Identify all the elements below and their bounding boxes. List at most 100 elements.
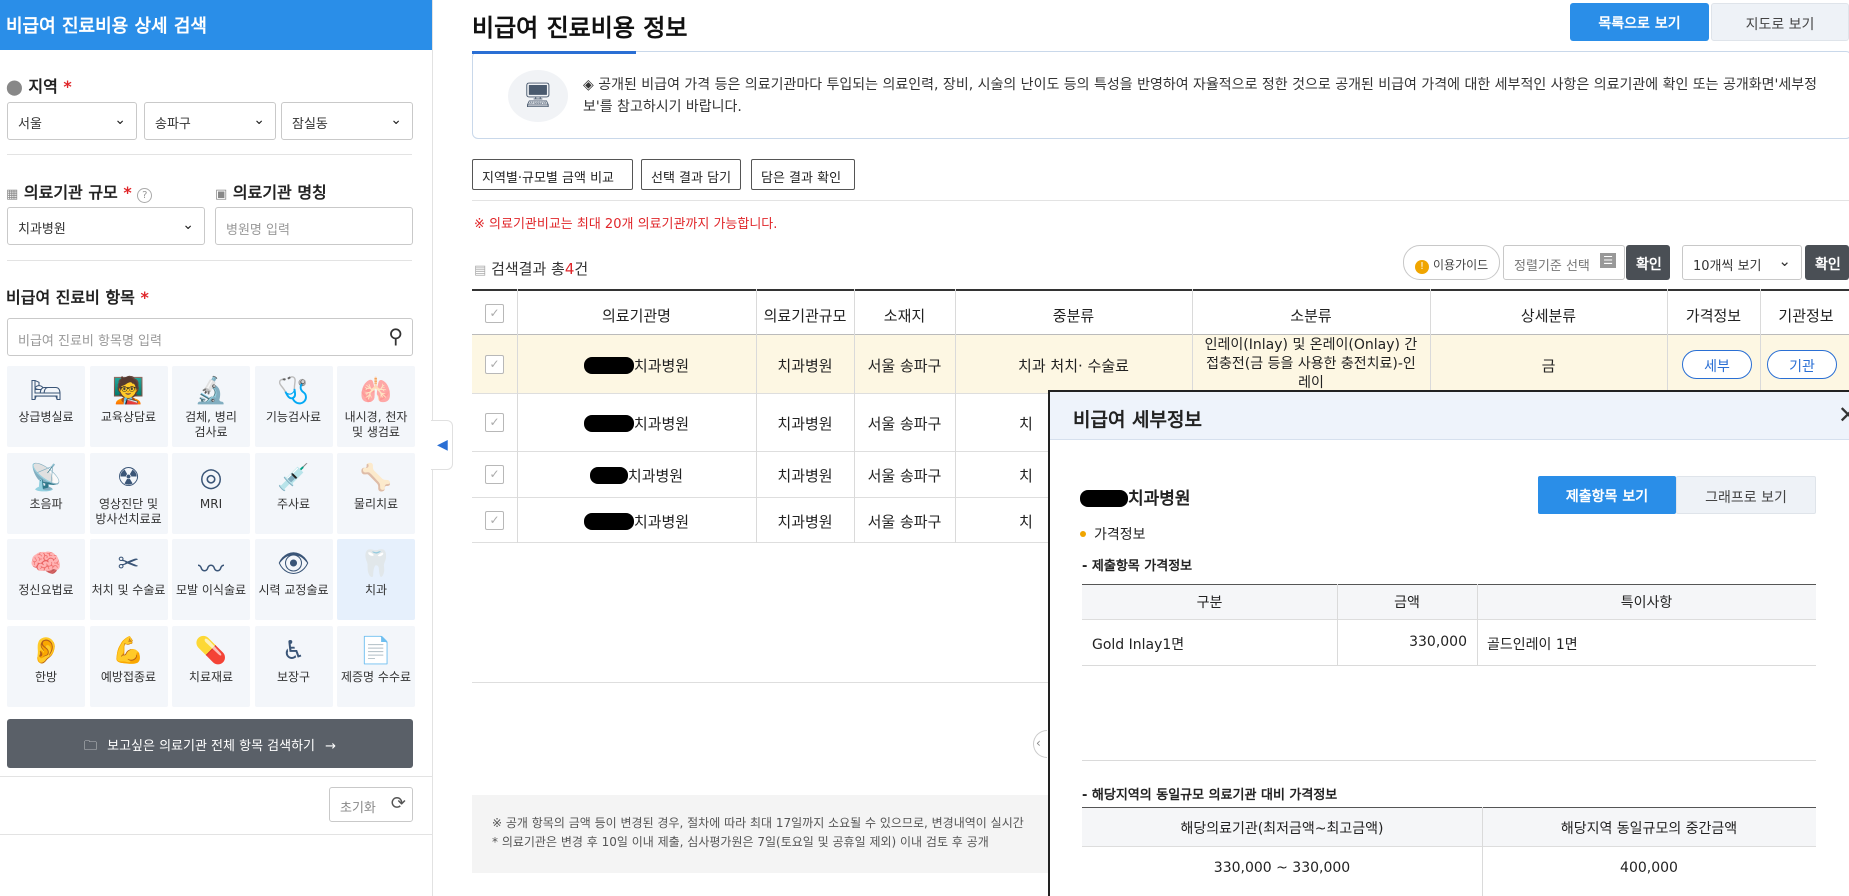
graph-view-tab[interactable]: 그래프로 보기 [1676, 476, 1816, 514]
region-section-title: ⬤ 지역 * [6, 73, 72, 97]
row-checkbox[interactable]: ✓ [485, 465, 504, 484]
search-icon[interactable]: ⚲ [388, 324, 403, 348]
detail-modal: 비급여 세부정보 ✕ 치과병원 제출항목 보기 그래프로 보기 가격정보 - 제… [1048, 390, 1849, 896]
list-view-button[interactable]: 목록으로 보기 [1570, 3, 1709, 41]
scale-cell: 치과병원 [777, 415, 833, 433]
modal-hospital-name: 치과병원 [1080, 484, 1191, 509]
endoscope-icon: 🫁 [359, 376, 393, 406]
column-header: 의료기관규모 [756, 289, 854, 335]
category-label: 영상진단 및 방사선치료료 [95, 496, 162, 526]
item-search-placeholder: 비급여 진료비 항목명 입력 [18, 334, 162, 349]
dong-value: 잠실동 [292, 117, 328, 132]
category-consultation[interactable]: 🧑‍🏫 교육상담료 [89, 366, 168, 447]
sort-select[interactable]: 정렬기준 선택 ☰ [1503, 245, 1625, 280]
reset-button[interactable]: 초기화 ⟳ [329, 787, 413, 822]
category-certificate[interactable]: 📄 제증명 수수료 [337, 625, 415, 707]
sigungu-value: 송파구 [155, 117, 191, 132]
notice-accent-bar [472, 51, 636, 54]
page-size-select[interactable]: 10개씩 보기 ⌄ [1682, 245, 1802, 280]
compare-button[interactable]: 지역별·규모별 금액 비교 [472, 159, 633, 190]
category-function-test[interactable]: 🩺 기능검사료 [254, 366, 333, 447]
pagination-prev-icon[interactable]: ‹ [1033, 730, 1047, 758]
notice-text: ◈ 공개된 비급여 가격 등은 의료기관마다 투입되는 의료인력, 장비, 시술… [583, 77, 1818, 115]
microscope-icon: 🔬 [194, 376, 228, 406]
category-label: 내시경, 천자 및 생검료 [344, 410, 408, 439]
page-size-value: 10개씩 보기 [1693, 259, 1762, 274]
scale-cell: 치과병원 [777, 357, 833, 375]
category-eye[interactable]: 👁 시력 교정술료 [254, 539, 333, 620]
divider [1082, 760, 1816, 761]
category-endoscope[interactable]: 🫁 내시경, 천자 및 생검료 [337, 366, 415, 447]
compare-limit-warning: ※ 의료기관비교는 최대 20개 의료기관까지 가능합니다. [474, 217, 778, 232]
row-checkbox[interactable]: ✓ [485, 511, 504, 530]
vaccine-icon: 💪 [112, 635, 145, 666]
reset-label: 초기화 [340, 801, 376, 816]
hospital-name-input[interactable]: 병원명 입력 [215, 207, 413, 245]
category-hair-transplant[interactable]: 〰 모발 이식술료 [172, 539, 250, 620]
range-cell: 330,000 ~ 330,000 [1213, 860, 1351, 876]
page-size-confirm-button[interactable]: 확인 [1805, 245, 1849, 280]
select-all-checkbox[interactable]: ✓ [485, 304, 504, 323]
scale-cell: 치과병원 [777, 467, 833, 485]
chevron-down-icon: ⌄ [182, 217, 194, 233]
count-prefix: 검색결과 총 [491, 260, 565, 278]
certificate-icon: 📄 [359, 635, 393, 666]
category-ultrasound[interactable]: 📡 초음파 [7, 452, 85, 534]
redacted-mark [589, 467, 628, 484]
row-checkbox[interactable]: ✓ [485, 355, 504, 374]
add-selection-button[interactable]: 선택 결과 담기 [641, 159, 741, 190]
sigungu-select[interactable]: 송파구 ⌄ [144, 102, 276, 140]
category-oriental-medicine[interactable]: 👂 한방 [7, 625, 85, 707]
category-wheelchair[interactable]: ♿ 보장구 [254, 625, 333, 707]
guide-label: 이용가이드 [1433, 258, 1489, 272]
category-mri[interactable]: ◎ MRI [172, 452, 250, 534]
location-cell: 서울 송파구 [867, 513, 942, 531]
sido-select[interactable]: 서울 ⌄ [7, 102, 137, 140]
category-microscope[interactable]: 🔬 검체, 병리 검사료 [172, 366, 250, 447]
hospital-icon: ▣ [215, 187, 228, 202]
category-label: 치료재료 [188, 669, 234, 684]
close-icon[interactable]: ✕ [1838, 401, 1849, 429]
eye-icon: 👁 [276, 549, 310, 579]
col-divider [1337, 584, 1338, 665]
column-header: 소분류 [1192, 289, 1430, 335]
category-tooth[interactable]: 🦷 치과 [337, 539, 415, 620]
required-mark: * [123, 183, 132, 202]
help-icon[interactable]: ? [137, 188, 153, 203]
item-search-input[interactable]: 비급여 진료비 항목명 입력 ⚲ [7, 318, 413, 356]
category-radiology[interactable]: ☢ 영상진단 및 방사선치료료 [89, 452, 168, 534]
scale-label: 의료기관 규모 [23, 183, 118, 202]
search-all-items-button[interactable]: 🗀 보고싶은 의료기관 전체 항목 검색하기 → [7, 719, 413, 768]
category-syringe[interactable]: 💉 주사료 [254, 452, 333, 534]
category-brain-wave[interactable]: 🧠 정신요법료 [7, 539, 85, 620]
category-surgery[interactable]: ✂ 처치 및 수술료 [89, 539, 168, 620]
sort-confirm-button[interactable]: 확인 [1626, 245, 1670, 280]
row-checkbox[interactable]: ✓ [485, 413, 504, 432]
list-icon: ☰ [1600, 253, 1616, 268]
scale-select[interactable]: 치과병원 ⌄ [7, 207, 205, 245]
category-treatment-material[interactable]: 💊 치료재료 [172, 625, 250, 707]
collapse-sidebar-button[interactable]: ◀ [431, 420, 453, 470]
dong-select[interactable]: 잠실동 ⌄ [281, 102, 413, 140]
column-divider [517, 289, 518, 543]
col-header: 해당의료기관(최저금액~최고금액) [1180, 821, 1384, 837]
name-label: 의료기관 명칭 [232, 183, 327, 202]
sort-placeholder: 정렬기준 선택 [1514, 259, 1590, 274]
price-detail-button[interactable]: 세부 [1682, 350, 1752, 379]
check-saved-button[interactable]: 담은 결과 확인 [751, 159, 855, 190]
submitted-items-tab[interactable]: 제출항목 보기 [1538, 476, 1676, 514]
map-view-button[interactable]: 지도로 보기 [1711, 3, 1849, 41]
category-vaccine[interactable]: 💪 예방접종료 [89, 625, 168, 707]
category-label: 상급병실료 [18, 410, 74, 424]
scale-value: 치과병원 [18, 222, 66, 237]
info-icon: ! [1415, 260, 1429, 274]
org-info-button[interactable]: 기관 [1767, 350, 1837, 379]
usage-guide-button[interactable]: ! 이용가이드 [1403, 245, 1500, 280]
category-physical-therapy[interactable]: 🦴 물리치료 [337, 452, 415, 534]
category-label: 검체, 병리 검사료 [185, 410, 237, 439]
category-hospital-bed[interactable]: 🛏 상급병실료 [7, 366, 85, 447]
search-all-label: 보고싶은 의료기관 전체 항목 검색하기 [107, 739, 315, 754]
table-row[interactable]: ✓ 치과병원 치과병원 서울 송파구 치과 처치· 수술료 인레이(Inlay) 및 온레… [472, 335, 1849, 394]
function-test-icon: 🩺 [277, 376, 310, 406]
arrow-right-icon: → [325, 739, 337, 754]
